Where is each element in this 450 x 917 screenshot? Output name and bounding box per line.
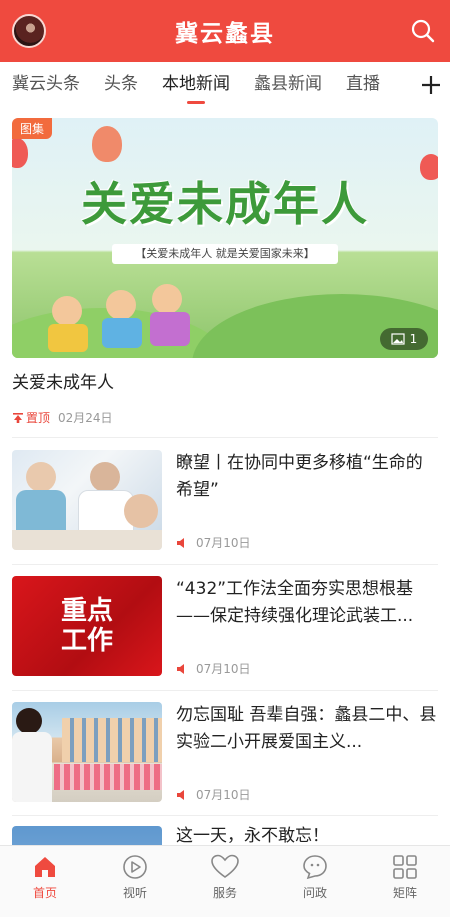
desk-illustration xyxy=(12,530,162,550)
nav-label: 视听 xyxy=(122,886,147,900)
chat-icon xyxy=(303,855,327,880)
home-icon xyxy=(35,857,55,877)
building-illustration xyxy=(62,718,162,762)
featured-title[interactable]: 关爱未成年人 xyxy=(12,368,438,393)
featured-banner-image[interactable]: 关爱未成年人 【关爱未成年人 就是关爱国家未来】 图集 1 xyxy=(12,118,438,358)
featured-article[interactable]: 关爱未成年人 【关爱未成年人 就是关爱国家未来】 图集 1 关爱未成年人 置顶 … xyxy=(12,118,438,426)
play-icon xyxy=(123,855,147,879)
article-meta: 07月10日 xyxy=(176,786,251,803)
divider xyxy=(12,815,438,816)
balloon-decoration xyxy=(12,138,28,168)
thumbnail-text: 工作 xyxy=(60,626,113,656)
nav-label: 首页 xyxy=(32,886,57,900)
pinned-text: 置顶 xyxy=(26,411,51,425)
tab-live[interactable]: 直播 xyxy=(334,62,392,108)
crowd-illustration xyxy=(54,764,162,790)
nav-label: 服务 xyxy=(212,886,237,900)
doctor-figure xyxy=(90,462,120,492)
nav-label: 矩阵 xyxy=(392,886,417,900)
article-title[interactable]: 勿忘国耻 吾辈自强：蠡县二中、县实验二小开展爱国主义... xyxy=(176,702,438,756)
child-illustration xyxy=(102,318,142,348)
audio-icon[interactable] xyxy=(176,663,188,675)
grid-icon xyxy=(393,855,417,879)
pin-icon xyxy=(13,412,23,423)
nav-label: 问政 xyxy=(302,886,327,900)
channel-tabs: 冀云头条 头条 本地新闻 蠡县新闻 直播 xyxy=(0,62,450,108)
divider xyxy=(12,437,438,438)
tab-local-news[interactable]: 本地新闻 xyxy=(150,62,242,108)
article-date: 02月24日 xyxy=(58,411,113,425)
nav-audio-video[interactable]: 视听 xyxy=(90,846,180,917)
nav-inquiry[interactable]: 问政 xyxy=(270,846,360,917)
article-meta: 07月10日 xyxy=(176,660,251,677)
article-title[interactable]: 这一天，永不敢忘！ xyxy=(176,826,438,846)
article-meta: 07月10日 xyxy=(176,534,251,551)
child-illustration xyxy=(152,284,182,314)
tab-headlines[interactable]: 头条 xyxy=(92,62,150,108)
tab-jiyun-headlines[interactable]: 冀云头条 xyxy=(0,62,92,108)
student-figure xyxy=(12,732,52,802)
list-item[interactable]: 瞭望丨在协同中更多移植“生命的希望” 07月10日 xyxy=(12,450,438,552)
child-illustration xyxy=(48,324,88,352)
student-figure xyxy=(16,708,42,734)
banner-headline: 关爱未成年人 xyxy=(81,177,369,231)
article-thumbnail[interactable]: 重点 工作 xyxy=(12,576,162,676)
list-item[interactable]: 重点 工作 “432”工作法全面夯实思想根基——保定持续强化理论武装工... 0… xyxy=(12,576,438,678)
article-date: 07月10日 xyxy=(196,662,251,676)
child-illustration xyxy=(52,296,82,326)
article-thumbnail[interactable] xyxy=(12,450,162,550)
divider xyxy=(12,690,438,691)
nav-services[interactable]: 服务 xyxy=(180,846,270,917)
child-illustration xyxy=(150,312,190,346)
app-title: 冀云蠡县 xyxy=(175,21,275,47)
featured-meta: 置顶 02月24日 xyxy=(12,409,438,426)
article-date: 07月10日 xyxy=(196,788,251,802)
search-icon[interactable] xyxy=(410,18,436,44)
article-title[interactable]: “432”工作法全面夯实思想根基——保定持续强化理论武装工... xyxy=(176,576,438,630)
article-date: 07月10日 xyxy=(196,536,251,550)
article-thumbnail[interactable] xyxy=(12,702,162,802)
audio-icon[interactable] xyxy=(176,789,188,801)
user-avatar[interactable] xyxy=(12,14,46,48)
app-header: 冀云蠡县 xyxy=(0,0,450,62)
nav-home[interactable]: 首页 xyxy=(0,846,90,917)
doctor-figure xyxy=(26,462,56,492)
tab-lixian-news[interactable]: 蠡县新闻 xyxy=(242,62,334,108)
child-illustration xyxy=(106,290,136,320)
image-icon xyxy=(391,333,405,345)
heart-icon xyxy=(211,854,239,878)
pinned-label: 置顶 xyxy=(12,409,50,426)
thumbnail-text: 重点 xyxy=(60,596,113,626)
divider xyxy=(12,564,438,565)
list-item[interactable]: 这一天，永不敢忘！ xyxy=(12,826,438,846)
banner-subline: 【关爱未成年人 就是关爱国家未来】 xyxy=(112,244,338,264)
audio-icon[interactable] xyxy=(176,537,188,549)
patient-figure xyxy=(124,494,158,528)
article-thumbnail[interactable] xyxy=(12,826,162,846)
nav-matrix[interactable]: 矩阵 xyxy=(360,846,450,917)
balloon-decoration xyxy=(92,126,122,162)
image-count-badge: 1 xyxy=(380,328,428,350)
bottom-navigation: 首页 视听 服务 问政 矩阵 xyxy=(0,845,450,917)
image-count: 1 xyxy=(409,332,418,346)
article-title[interactable]: 瞭望丨在协同中更多移植“生命的希望” xyxy=(176,450,438,504)
gallery-badge: 图集 xyxy=(12,118,53,139)
add-channel-icon[interactable] xyxy=(418,72,444,98)
list-item[interactable]: 勿忘国耻 吾辈自强：蠡县二中、县实验二小开展爱国主义... 07月10日 xyxy=(12,702,438,804)
